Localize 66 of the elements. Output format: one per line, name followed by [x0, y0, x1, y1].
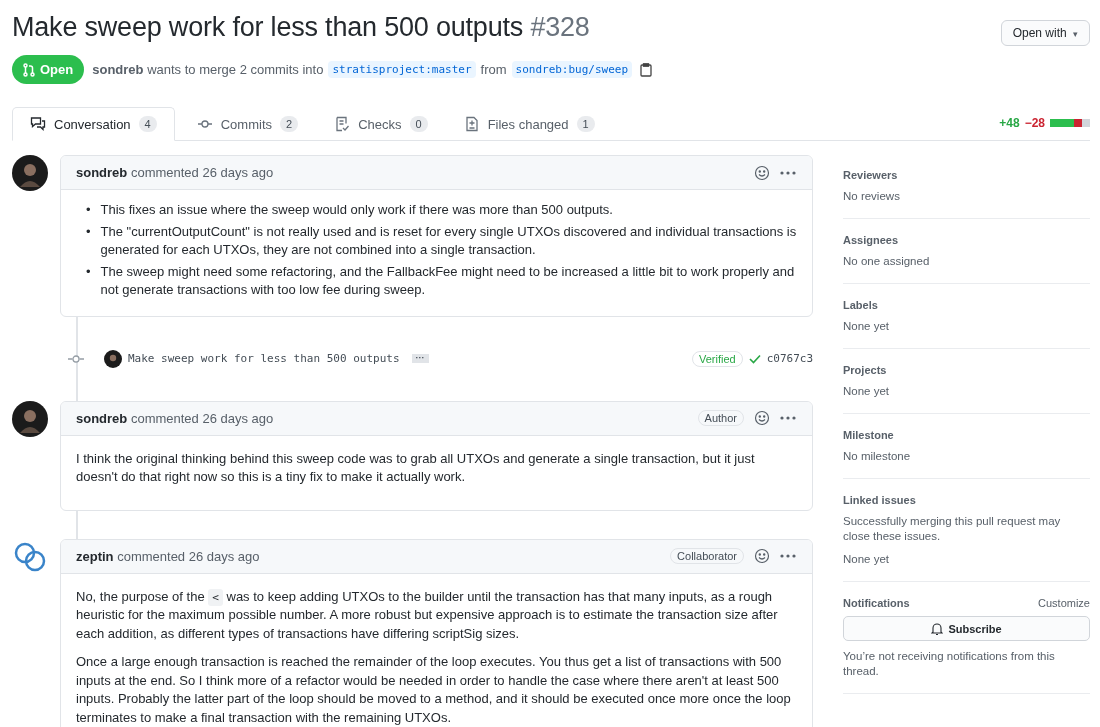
- bell-icon: [931, 621, 944, 636]
- deletions-count: −28: [1024, 116, 1045, 130]
- branch-ref[interactable]: sondreb:bug/sweep: [511, 61, 633, 78]
- comment-meta: sondreb commented 26 days ago: [76, 165, 274, 180]
- more-icon[interactable]: [780, 170, 796, 175]
- tab-icon: [463, 116, 480, 132]
- tab-icon: [334, 116, 351, 132]
- tab-counter: 0: [409, 116, 428, 132]
- list-item: The sweep might need some refactoring, and the FallbackFee might need to be increased a little bit to work properly and not generate transactions with too low fee during sweep.: [100, 262, 796, 299]
- bullet: •: [86, 262, 91, 281]
- emoji-icon[interactable]: [754, 410, 770, 426]
- tab-icon: [30, 116, 46, 132]
- clipboard-icon[interactable]: [640, 62, 653, 77]
- comment-meta: sondreb commented 26 days ago: [76, 410, 274, 426]
- sidebar-text: None yet: [843, 552, 891, 567]
- commit-sha[interactable]: c0767c3: [766, 352, 813, 365]
- comment-paragraph: I think the original thinking behind this sweep code was to grab all UTXOs and generate a single transaction, but it just doesn't do that right now so this is a tiny fix to make it actually work.: [76, 449, 756, 486]
- sidebar-heading[interactable]: Notifications: [843, 597, 910, 609]
- sidebar-text: You’re not receiving notifications from this thread.: [843, 649, 1056, 679]
- comment-paragraph: No, the purpose of the < was to keep adding UTXOs to the builder until the transaction has that many inputs, as a rough heuristic for the maximum possible number. A more robust but expensive approach is to estimate the transaction size after each addition, as different types of transactions have differing scriptSig sizes.: [76, 587, 779, 643]
- sidebar-text: No reviews: [843, 189, 901, 204]
- avatar[interactable]: [104, 349, 122, 368]
- tab[interactable]: Commits 2: [178, 107, 317, 141]
- open-state-badge: Open: [12, 55, 85, 84]
- customize-link[interactable]: Customize: [1038, 597, 1090, 609]
- sidebar-heading[interactable]: Projects: [843, 364, 887, 376]
- more-icon[interactable]: [780, 416, 796, 420]
- from-text: from: [480, 62, 507, 77]
- branch-ref[interactable]: stratisproject:master: [328, 61, 476, 78]
- tab-counter: 2: [280, 116, 299, 132]
- diffstat-bar: [1050, 119, 1090, 127]
- bullet: •: [86, 222, 91, 241]
- sidebar-heading[interactable]: Milestone: [843, 429, 894, 441]
- subscribe-button[interactable]: Subscribe: [843, 616, 1090, 641]
- list-item: This fixes an issue where the sweep would only work if there was more than 500 outputs.: [100, 201, 613, 219]
- sidebar-text: None yet: [843, 384, 891, 399]
- avatar[interactable]: [12, 400, 48, 437]
- sidebar-heading[interactable]: Labels: [843, 299, 878, 311]
- check-icon: [748, 353, 761, 364]
- tab[interactable]: Checks 0: [316, 107, 446, 141]
- comment-meta: zeptin commented 26 days ago: [76, 548, 260, 564]
- sidebar-text: No milestone: [843, 449, 912, 464]
- sidebar-heading[interactable]: Reviewers: [843, 169, 898, 181]
- merge-summary: sondreb wants to merge 2 commits into: [92, 62, 324, 77]
- comment-paragraph: Once a large enough transaction is reached the remainder of the loop executes. You thus get a list of transactions with 500 inputs at the end. So I think more of a refactor would be needed in order to handle the case where there aren't at least 500 inputs. Probably the latter part of the loop should be moved to a method, and it should be executed once more once the loop terminates to make a final transaction with the remaining UTXOs.: [76, 653, 792, 727]
- pr-title: Make sweep work for less than 500 outputs #328: [12, 12, 590, 43]
- tab-counter: 4: [138, 116, 157, 132]
- additions-count: +48: [999, 116, 1020, 130]
- sidebar-text: None yet: [843, 319, 891, 334]
- expand-button[interactable]: ···: [411, 354, 429, 363]
- tab[interactable]: Conversation 4: [12, 107, 175, 141]
- tab[interactable]: Files changed 1: [445, 107, 613, 141]
- emoji-icon[interactable]: [754, 164, 770, 181]
- open-with-button[interactable]: Open with ▾: [1000, 20, 1090, 46]
- sidebar-text: No one assigned: [843, 254, 931, 269]
- commit-icon: [68, 353, 84, 364]
- sidebar-heading[interactable]: Linked issues: [843, 494, 916, 506]
- avatar[interactable]: [12, 155, 48, 191]
- sidebar-text: Successfully merging this pull request may close these issues.: [843, 514, 1062, 544]
- list-item: The "currentOutputCount" is not really used and is reset for every single UTXOs discovered and individual transactions is generated for each UTXOs, they are not combined into a single transaction.: [100, 222, 797, 259]
- sidebar-heading[interactable]: Assignees: [843, 234, 899, 246]
- tab-counter: 1: [576, 116, 595, 132]
- commit-message[interactable]: Make sweep work for less than 500 outputs: [128, 352, 400, 365]
- bullet: •: [86, 201, 91, 219]
- more-icon[interactable]: [780, 554, 796, 558]
- emoji-icon[interactable]: [754, 548, 770, 564]
